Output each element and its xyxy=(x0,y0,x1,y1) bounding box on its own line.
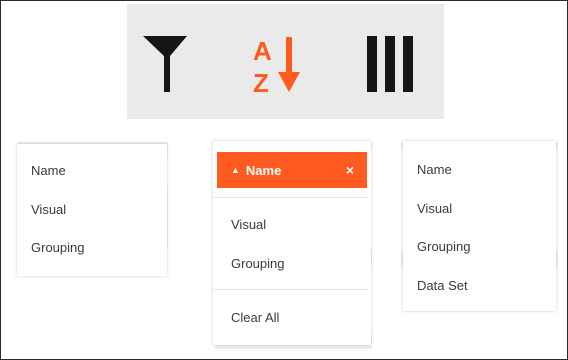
sort-icon-letter-a: A xyxy=(253,36,272,66)
menu-item-grouping[interactable]: Grouping xyxy=(31,240,84,256)
columns-icon[interactable] xyxy=(363,4,433,119)
filter-icon[interactable] xyxy=(140,4,192,119)
sort-ascending-icon: ▲ xyxy=(231,165,240,175)
sort-header-active[interactable]: ▲ Name × xyxy=(217,152,367,188)
sort-menu-divider-top xyxy=(214,197,369,198)
menu-item-grouping[interactable]: Grouping xyxy=(417,239,470,255)
menu-item-visual[interactable]: Visual xyxy=(417,201,452,217)
column-menu-right: Name Visual Grouping Data Set xyxy=(403,141,556,311)
sort-menu-divider-bottom xyxy=(214,289,369,290)
menu-item-grouping[interactable]: Grouping xyxy=(231,256,284,272)
clear-all-button[interactable]: Clear All xyxy=(231,310,279,326)
sort-menu: ▲ Name × Visual Grouping Clear All xyxy=(213,141,371,345)
close-icon[interactable]: × xyxy=(346,162,354,178)
sort-icon-letter-z: Z xyxy=(253,68,269,98)
sort-header-label: Name xyxy=(245,162,282,178)
toolbar-icon-strip: A Z xyxy=(127,4,444,119)
sort-az-icon[interactable]: A Z xyxy=(245,4,315,119)
menu-item-name[interactable]: Name xyxy=(31,163,66,179)
column-menu-left: Name Visual Grouping xyxy=(17,144,167,276)
menu-item-visual[interactable]: Visual xyxy=(231,217,266,233)
menu-item-data-set[interactable]: Data Set xyxy=(417,278,468,294)
menu-item-name[interactable]: Name xyxy=(417,162,452,178)
menu-item-visual[interactable]: Visual xyxy=(31,202,66,218)
